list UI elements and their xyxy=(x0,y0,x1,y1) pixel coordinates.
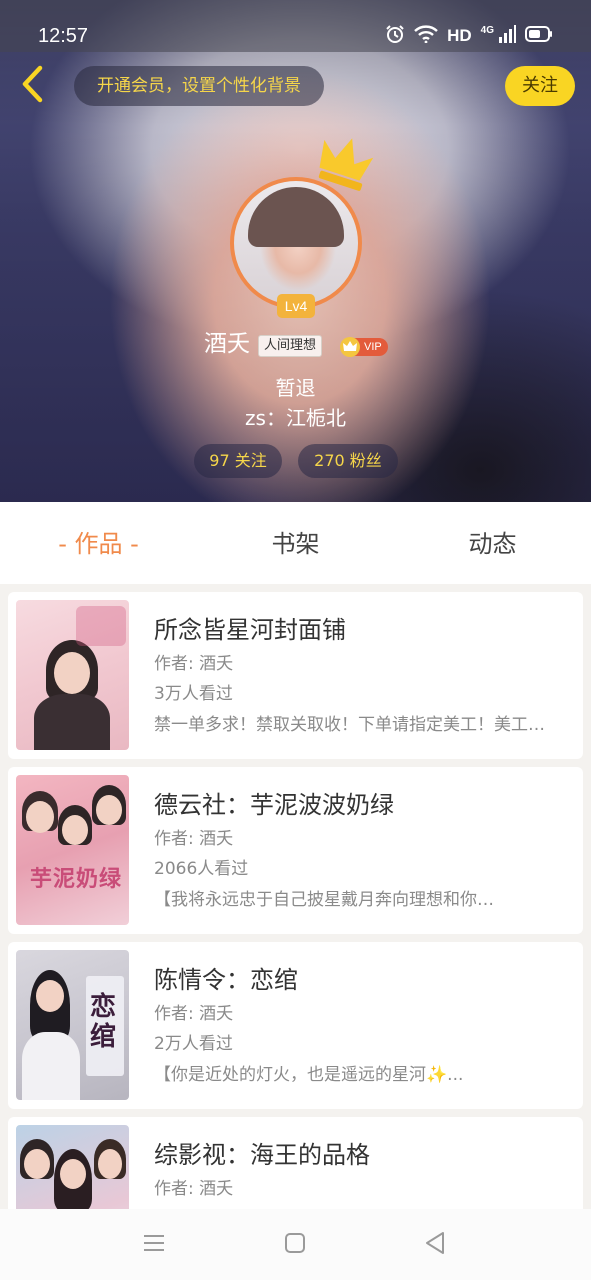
book-card[interactable]: 所念皆星河封面铺 作者: 酒夭 3万人看过 禁一单多求！禁取关取收！下单请指定美… xyxy=(8,592,583,759)
vip-background-prompt[interactable]: 开通会员，设置个性化背景 xyxy=(74,66,324,106)
book-cover xyxy=(16,600,129,750)
wifi-icon xyxy=(414,25,438,47)
book-title: 陈情令：恋绾 xyxy=(154,966,298,994)
fans-count[interactable]: 270 粉丝 xyxy=(298,444,398,478)
network-type: 4G xyxy=(480,24,494,36)
profile-header: 12:57 HD 4G 开通会员，设置个性化背景 关注 Lv4 酒夭 人间理想 … xyxy=(0,0,591,502)
status-time: 12:57 xyxy=(38,25,89,47)
book-card[interactable]: 恋绾 陈情令：恋绾 作者: 酒夭 2万人看过 【你是近处的灯火，也是遥远的星河✨… xyxy=(8,942,583,1109)
status-icons: HD 4G xyxy=(385,24,553,48)
crown-icon xyxy=(316,134,378,194)
avatar-image xyxy=(248,187,344,247)
cover-title: 芋泥奶绿 xyxy=(30,866,123,892)
book-views: 2万人看过 xyxy=(154,1034,233,1054)
cover-title: 恋绾 xyxy=(90,992,117,1052)
following-count[interactable]: 97 关注 xyxy=(194,444,282,478)
book-cover: 恋绾 xyxy=(16,950,129,1100)
status-bar: 12:57 HD 4G xyxy=(0,0,591,52)
book-views: 3万人看过 xyxy=(154,684,233,704)
user-name: 酒夭 xyxy=(204,331,250,357)
book-author: 作者: 酒夭 xyxy=(154,1004,234,1024)
book-card[interactable]: 芋泥奶绿 德云社：芋泥波波奶绿 作者: 酒夭 2066人看过 【我将永远忠于自己… xyxy=(8,767,583,934)
chevron-left-icon xyxy=(20,65,44,107)
vip-crown-icon xyxy=(340,337,360,357)
bio-line-1: 暂退 xyxy=(275,376,316,400)
tab-activity[interactable]: 动态 xyxy=(394,502,591,584)
book-description: 禁一单多求！禁取关取收！下单请指定美工！美工… xyxy=(154,715,545,735)
alarm-icon xyxy=(385,24,405,48)
back-triangle-icon xyxy=(424,1231,446,1259)
home-button[interactable] xyxy=(281,1231,309,1259)
tab-works[interactable]: - 作品 - xyxy=(0,502,197,584)
book-title: 综影视：海王的品格 xyxy=(154,1141,370,1169)
follow-button[interactable]: 关注 xyxy=(505,66,575,106)
back-button[interactable] xyxy=(14,62,50,110)
book-author: 作者: 酒夭 xyxy=(154,1179,234,1199)
back-nav-button[interactable] xyxy=(421,1231,449,1259)
level-badge: Lv4 xyxy=(277,294,315,318)
book-card[interactable]: 综影视：海王的品格 作者: 酒夭 xyxy=(8,1117,583,1209)
signal-icon xyxy=(498,25,516,47)
menu-icon xyxy=(143,1233,165,1257)
tab-bar: - 作品 - 书架 动态 xyxy=(0,502,591,584)
book-cover: 芋泥奶绿 xyxy=(16,775,129,925)
menu-button[interactable] xyxy=(140,1231,168,1259)
book-title: 所念皆星河封面铺 xyxy=(154,616,346,644)
book-cover xyxy=(16,1125,129,1209)
book-description: 【我将永远忠于自己披星戴月奔向理想和你… xyxy=(154,890,494,910)
hd-indicator: HD xyxy=(447,26,472,45)
book-description: 【你是近处的灯火，也是遥远的星河✨... xyxy=(154,1065,464,1085)
user-tag: 人间理想 xyxy=(258,335,322,357)
avatar[interactable] xyxy=(230,177,362,309)
system-nav-bar xyxy=(0,1209,591,1280)
home-square-icon xyxy=(284,1232,306,1258)
tab-bookshelf[interactable]: 书架 xyxy=(197,502,394,584)
book-author: 作者: 酒夭 xyxy=(154,829,234,849)
battery-icon xyxy=(525,26,553,46)
bio-line-2: zs：江栀北 xyxy=(245,406,346,430)
book-views: 2066人看过 xyxy=(154,859,249,879)
book-author: 作者: 酒夭 xyxy=(154,654,234,674)
book-title: 德云社：芋泥波波奶绿 xyxy=(154,791,394,819)
book-list: 所念皆星河封面铺 作者: 酒夭 3万人看过 禁一单多求！禁取关取收！下单请指定美… xyxy=(0,584,591,1209)
vip-badge: VIP xyxy=(340,336,388,358)
